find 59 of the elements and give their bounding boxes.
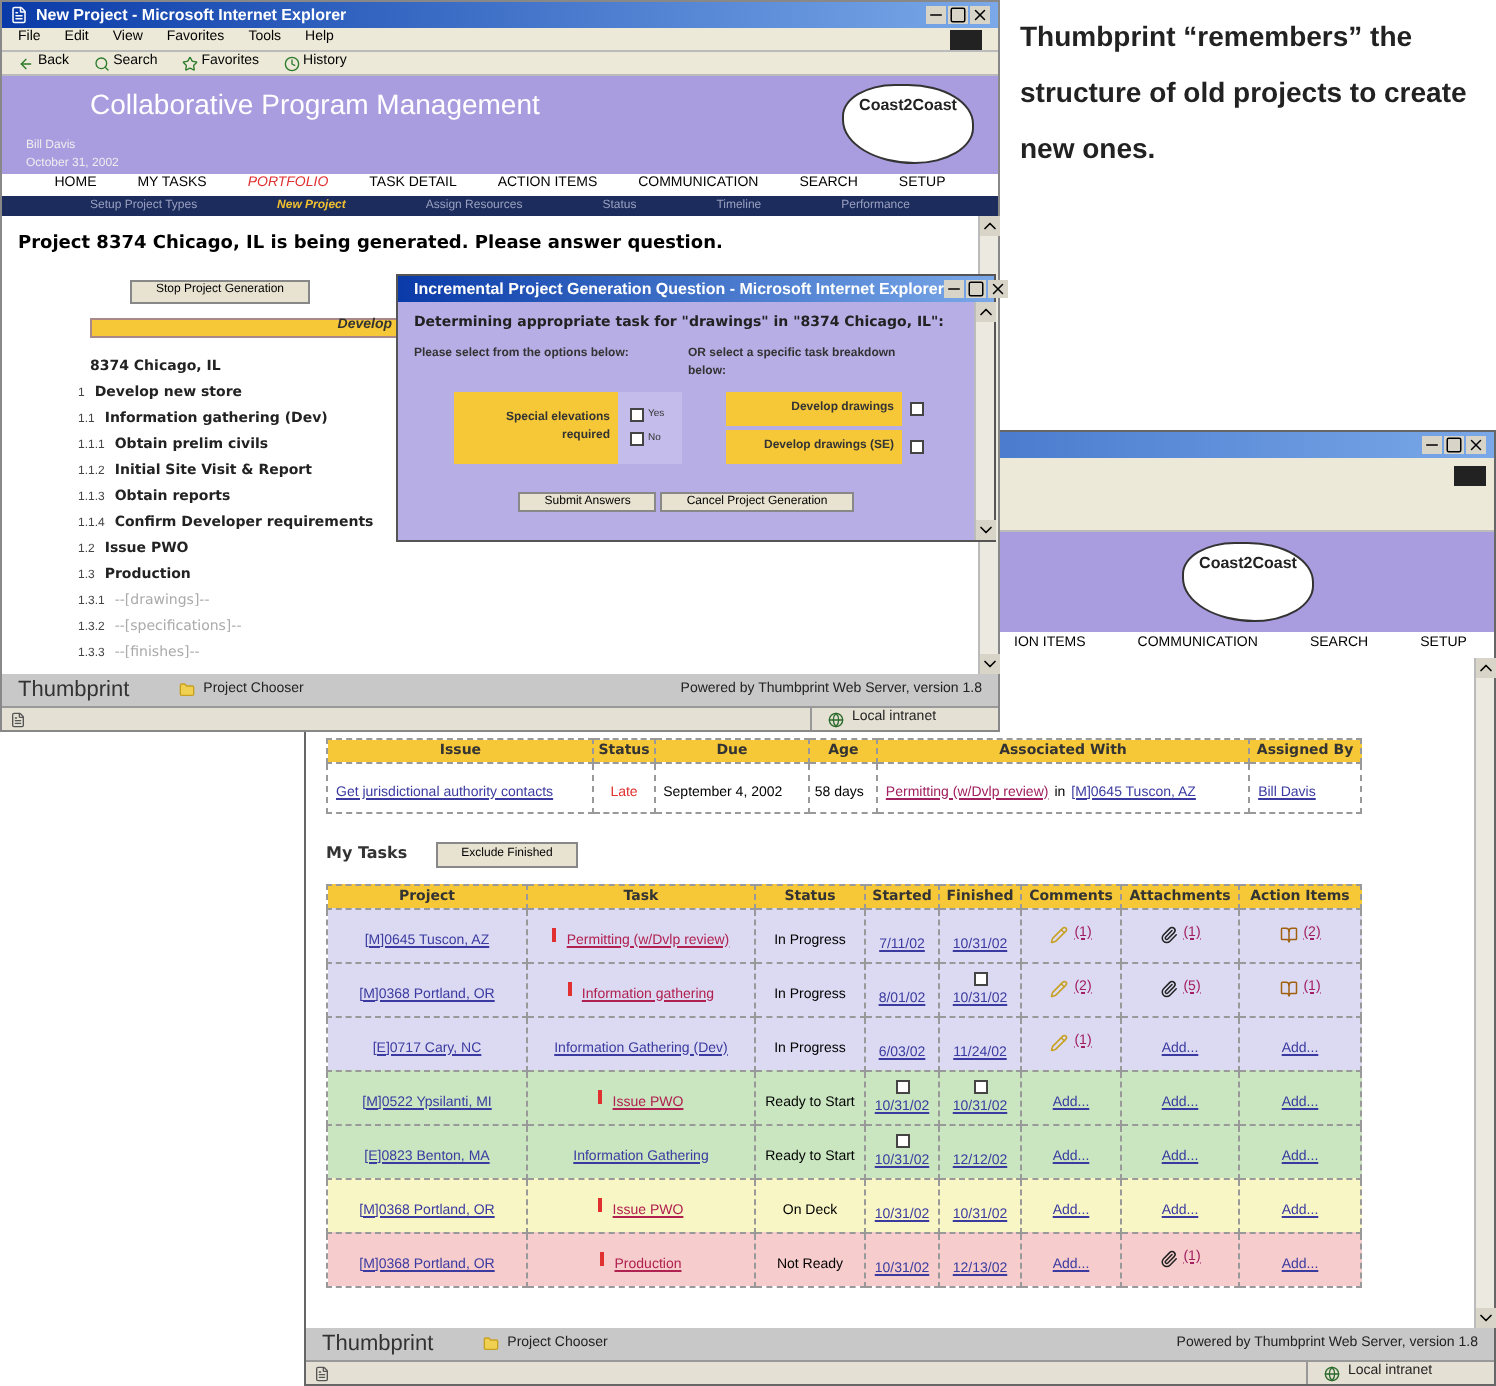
urgent-mark-icon (598, 1197, 603, 1212)
window-title: Incremental Project Generation Question - Microsoft Internet Explorer (414, 277, 944, 301)
minimize-icon[interactable] (943, 280, 964, 298)
book-icon (1279, 925, 1298, 943)
maximize-icon[interactable] (965, 280, 986, 298)
scrollbar[interactable] (974, 302, 994, 540)
checkbox[interactable] (973, 1080, 987, 1094)
paperclip-icon (1159, 925, 1178, 943)
pencil-icon (1050, 1033, 1069, 1051)
status-message: Project 8374 Chicago, IL is being generated. Please answer question. (18, 232, 723, 258)
urgent-mark-icon (598, 1089, 603, 1104)
clock-icon (283, 55, 300, 71)
paperclip-icon (1159, 979, 1178, 997)
scrollbar[interactable] (1474, 658, 1494, 1328)
intranet-icon (1324, 1365, 1340, 1381)
thumbprint-logo: Thumbprint (322, 1329, 434, 1360)
company-logo: Coast2Coast (1182, 542, 1314, 622)
star-icon (181, 55, 198, 71)
close-icon[interactable] (987, 280, 1008, 298)
thumbprint-logo: Thumbprint (18, 675, 130, 706)
minimize-icon[interactable] (926, 6, 946, 24)
urgent-mark-icon (552, 927, 557, 942)
window-title: New Project - Microsoft Internet Explorer (36, 3, 347, 27)
section-title: My Tasks (326, 842, 408, 866)
close-icon[interactable] (1466, 436, 1486, 454)
book-icon (1279, 979, 1298, 997)
pencil-icon (1050, 925, 1069, 943)
search-icon (93, 55, 110, 71)
intranet-icon (828, 711, 844, 727)
browser-window-icon (10, 6, 28, 24)
checkbox[interactable] (895, 1080, 909, 1094)
back-arrow-icon (18, 55, 34, 71)
company-logo: Coast2Coast (842, 84, 974, 164)
urgent-mark-icon (567, 981, 572, 996)
folder-icon (177, 682, 196, 698)
app-title: Collaborative Program Management (90, 86, 540, 124)
checkbox[interactable] (895, 1134, 909, 1148)
checkbox[interactable] (630, 432, 644, 447)
folder-icon (481, 1336, 500, 1352)
checkbox[interactable] (973, 972, 987, 986)
close-icon[interactable] (970, 6, 990, 24)
scroll-up-icon[interactable] (976, 302, 996, 322)
scroll-down-icon[interactable] (976, 520, 996, 540)
checkbox[interactable] (910, 439, 924, 453)
maximize-icon[interactable] (1444, 436, 1464, 454)
scroll-up-icon[interactable] (1476, 658, 1496, 678)
maximize-icon[interactable] (948, 6, 968, 24)
checkbox[interactable] (630, 407, 644, 422)
minimize-icon[interactable] (1422, 436, 1442, 454)
checkbox[interactable] (910, 401, 924, 415)
page-icon (314, 1365, 330, 1381)
scroll-down-icon[interactable] (980, 654, 1000, 674)
caption-text: Thumbprint “remembers” the structure of old projects to create new ones. (1020, 18, 1469, 168)
scroll-up-icon[interactable] (980, 216, 1000, 236)
scroll-down-icon[interactable] (1476, 1308, 1496, 1328)
page-icon (10, 711, 26, 727)
urgent-mark-icon (600, 1251, 605, 1266)
pencil-icon (1050, 979, 1069, 997)
paperclip-icon (1159, 1249, 1178, 1267)
